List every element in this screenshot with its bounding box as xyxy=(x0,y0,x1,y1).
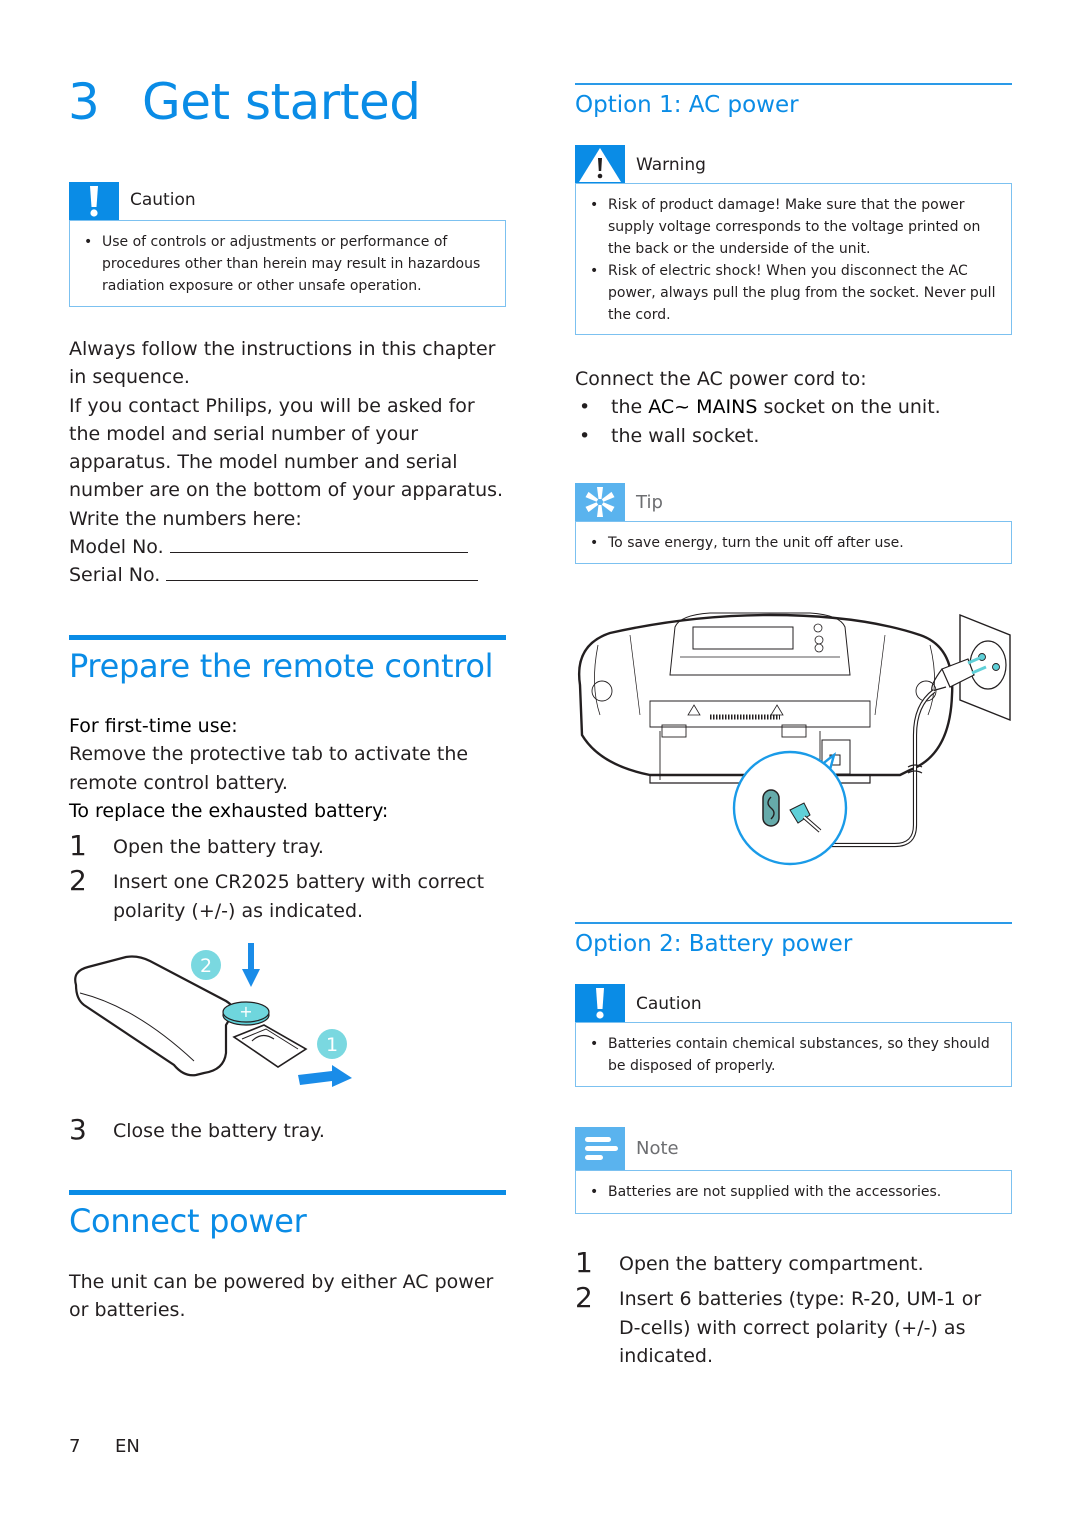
caution-box: Caution Use of controls or adjustments o… xyxy=(69,182,506,307)
connect-ac-list: the AC~ MAINS socket on the unit. the wa… xyxy=(575,393,1015,450)
warning-item: Risk of product damage! Make sure that t… xyxy=(588,194,999,260)
first-time-text: Remove the protective tab to activate th… xyxy=(69,743,469,794)
note-box-body: Batteries are not supplied with the acce… xyxy=(575,1170,1012,1214)
model-number-blank xyxy=(169,534,468,554)
section-heading-remote: Prepare the remote control xyxy=(69,647,494,685)
serial-number-blank xyxy=(166,562,479,582)
chapter-title-text: Get started xyxy=(142,73,421,131)
battery-steps: 1 Open the battery compartment. 2 Insert… xyxy=(575,1246,995,1370)
step-text: Close the battery tray. xyxy=(113,1120,325,1142)
step-item: 2 Insert one CR2025 battery with correct… xyxy=(69,864,509,925)
tip-box-body: To save energy, turn the unit off after … xyxy=(575,521,1012,564)
step-text: Open the battery tray. xyxy=(113,836,324,858)
asterisk-tip-icon xyxy=(575,483,625,521)
model-number-line: Model No. xyxy=(69,533,509,561)
subsection-rule xyxy=(575,922,1012,924)
warning-label: Warning xyxy=(636,155,706,175)
callout-2-text: 2 xyxy=(200,955,212,977)
battery-plus-mark: + xyxy=(239,1002,252,1021)
note-box-header: Note xyxy=(575,1127,1012,1170)
section-rule xyxy=(69,635,506,640)
subsection-rule xyxy=(575,83,1012,85)
tip-box: Tip To save energy, turn the unit off af… xyxy=(575,483,1012,564)
step-text: Insert one CR2025 battery with correct p… xyxy=(113,871,485,922)
replace-label: To replace the exhausted battery: xyxy=(69,799,389,822)
warning-box-body: Risk of product damage! Make sure that t… xyxy=(575,183,1012,335)
step-item: 1 Open the battery compartment. xyxy=(575,1246,995,1279)
connect-ac-item: the wall socket. xyxy=(575,422,1015,451)
warning-triangle-icon xyxy=(575,145,625,183)
connect-ac-item: the AC~ MAINS socket on the unit. xyxy=(575,393,1015,422)
arrow-down-icon xyxy=(242,943,260,987)
step-text: Open the battery compartment. xyxy=(619,1253,924,1275)
tip-box-header: Tip xyxy=(575,483,1012,521)
exclamation-icon xyxy=(575,984,625,1022)
step-number: 3 xyxy=(69,1113,87,1146)
intro-paragraph-1: Always follow the instructions in this c… xyxy=(69,338,496,389)
remote-steps: 1 Open the battery tray. 2 Insert one CR… xyxy=(69,829,509,925)
subsection-heading-option2: Option 2: Battery power xyxy=(575,931,853,957)
connect-ac-intro: Connect the AC power cord to: xyxy=(575,368,867,390)
caution-label: Caution xyxy=(636,994,702,1014)
callout-1-text: 1 xyxy=(326,1034,338,1056)
note-lines-icon xyxy=(575,1127,625,1170)
step-text: Insert 6 batteries (type: R-20, UM-1 or … xyxy=(619,1288,982,1367)
note-box: Note Batteries are not supplied with the… xyxy=(575,1127,1012,1214)
caution-box: Caution Batteries contain chemical subst… xyxy=(575,984,1012,1087)
caution-item: Use of controls or adjustments or perfor… xyxy=(82,231,493,297)
first-time-label: For first-time use: xyxy=(69,715,238,737)
step-item: 2 Insert 6 batteries (type: R-20, UM-1 o… xyxy=(575,1281,995,1370)
intro-paragraph-2: If you contact Philips, you will be aske… xyxy=(69,394,504,530)
caution-item: Batteries contain chemical substances, s… xyxy=(588,1033,999,1077)
page-number: 7 xyxy=(69,1436,81,1457)
caution-box-header: Caution xyxy=(69,182,506,220)
caution-box-body: Use of controls or adjustments or perfor… xyxy=(69,220,506,307)
mains-socket-label: AC~ MAINS xyxy=(648,396,758,418)
exclamation-icon xyxy=(69,182,119,220)
arrow-right-icon xyxy=(298,1065,352,1087)
section-heading-connect: Connect power xyxy=(69,1202,307,1240)
serial-number-line: Serial No. xyxy=(69,561,509,589)
language-code: EN xyxy=(115,1436,140,1457)
tip-item: To save energy, turn the unit off after … xyxy=(588,532,999,554)
warning-item: Risk of electric shock! When you disconn… xyxy=(588,260,999,326)
note-item: Batteries are not supplied with the acce… xyxy=(588,1181,999,1203)
tip-label: Tip xyxy=(636,492,663,513)
step-number: 2 xyxy=(575,1281,593,1315)
warning-box: Warning Risk of product damage! Make sur… xyxy=(575,145,1012,335)
step-number: 2 xyxy=(69,864,87,898)
step-item: 3 Close the battery tray. xyxy=(69,1113,509,1146)
remote-battery-illustration: + 2 1 xyxy=(66,935,366,1095)
note-label: Note xyxy=(636,1138,679,1159)
chapter-title: 3 Get started xyxy=(68,72,421,132)
caution-label: Caution xyxy=(130,190,196,210)
warning-box-header: Warning xyxy=(575,145,1012,183)
remote-step-3: 3 Close the battery tray. xyxy=(69,1113,509,1146)
caution-box-body: Batteries contain chemical substances, s… xyxy=(575,1022,1012,1087)
step-number: 1 xyxy=(575,1246,593,1279)
caution-box-header: Caution xyxy=(575,984,1012,1022)
socket-zoom-callout xyxy=(732,750,848,866)
ac-power-illustration xyxy=(570,605,1015,870)
step-number: 1 xyxy=(69,829,87,862)
subsection-heading-option1: Option 1: AC power xyxy=(575,92,799,118)
remote-instructions: For first-time use: Remove the protectiv… xyxy=(69,712,509,825)
section-rule xyxy=(69,1190,506,1195)
connect-text: The unit can be powered by either AC pow… xyxy=(69,1271,494,1322)
boombox-body xyxy=(577,613,954,777)
intro-text: Always follow the instructions in this c… xyxy=(69,335,509,590)
step-item: 1 Open the battery tray. xyxy=(69,829,509,862)
chapter-number: 3 xyxy=(68,73,100,131)
